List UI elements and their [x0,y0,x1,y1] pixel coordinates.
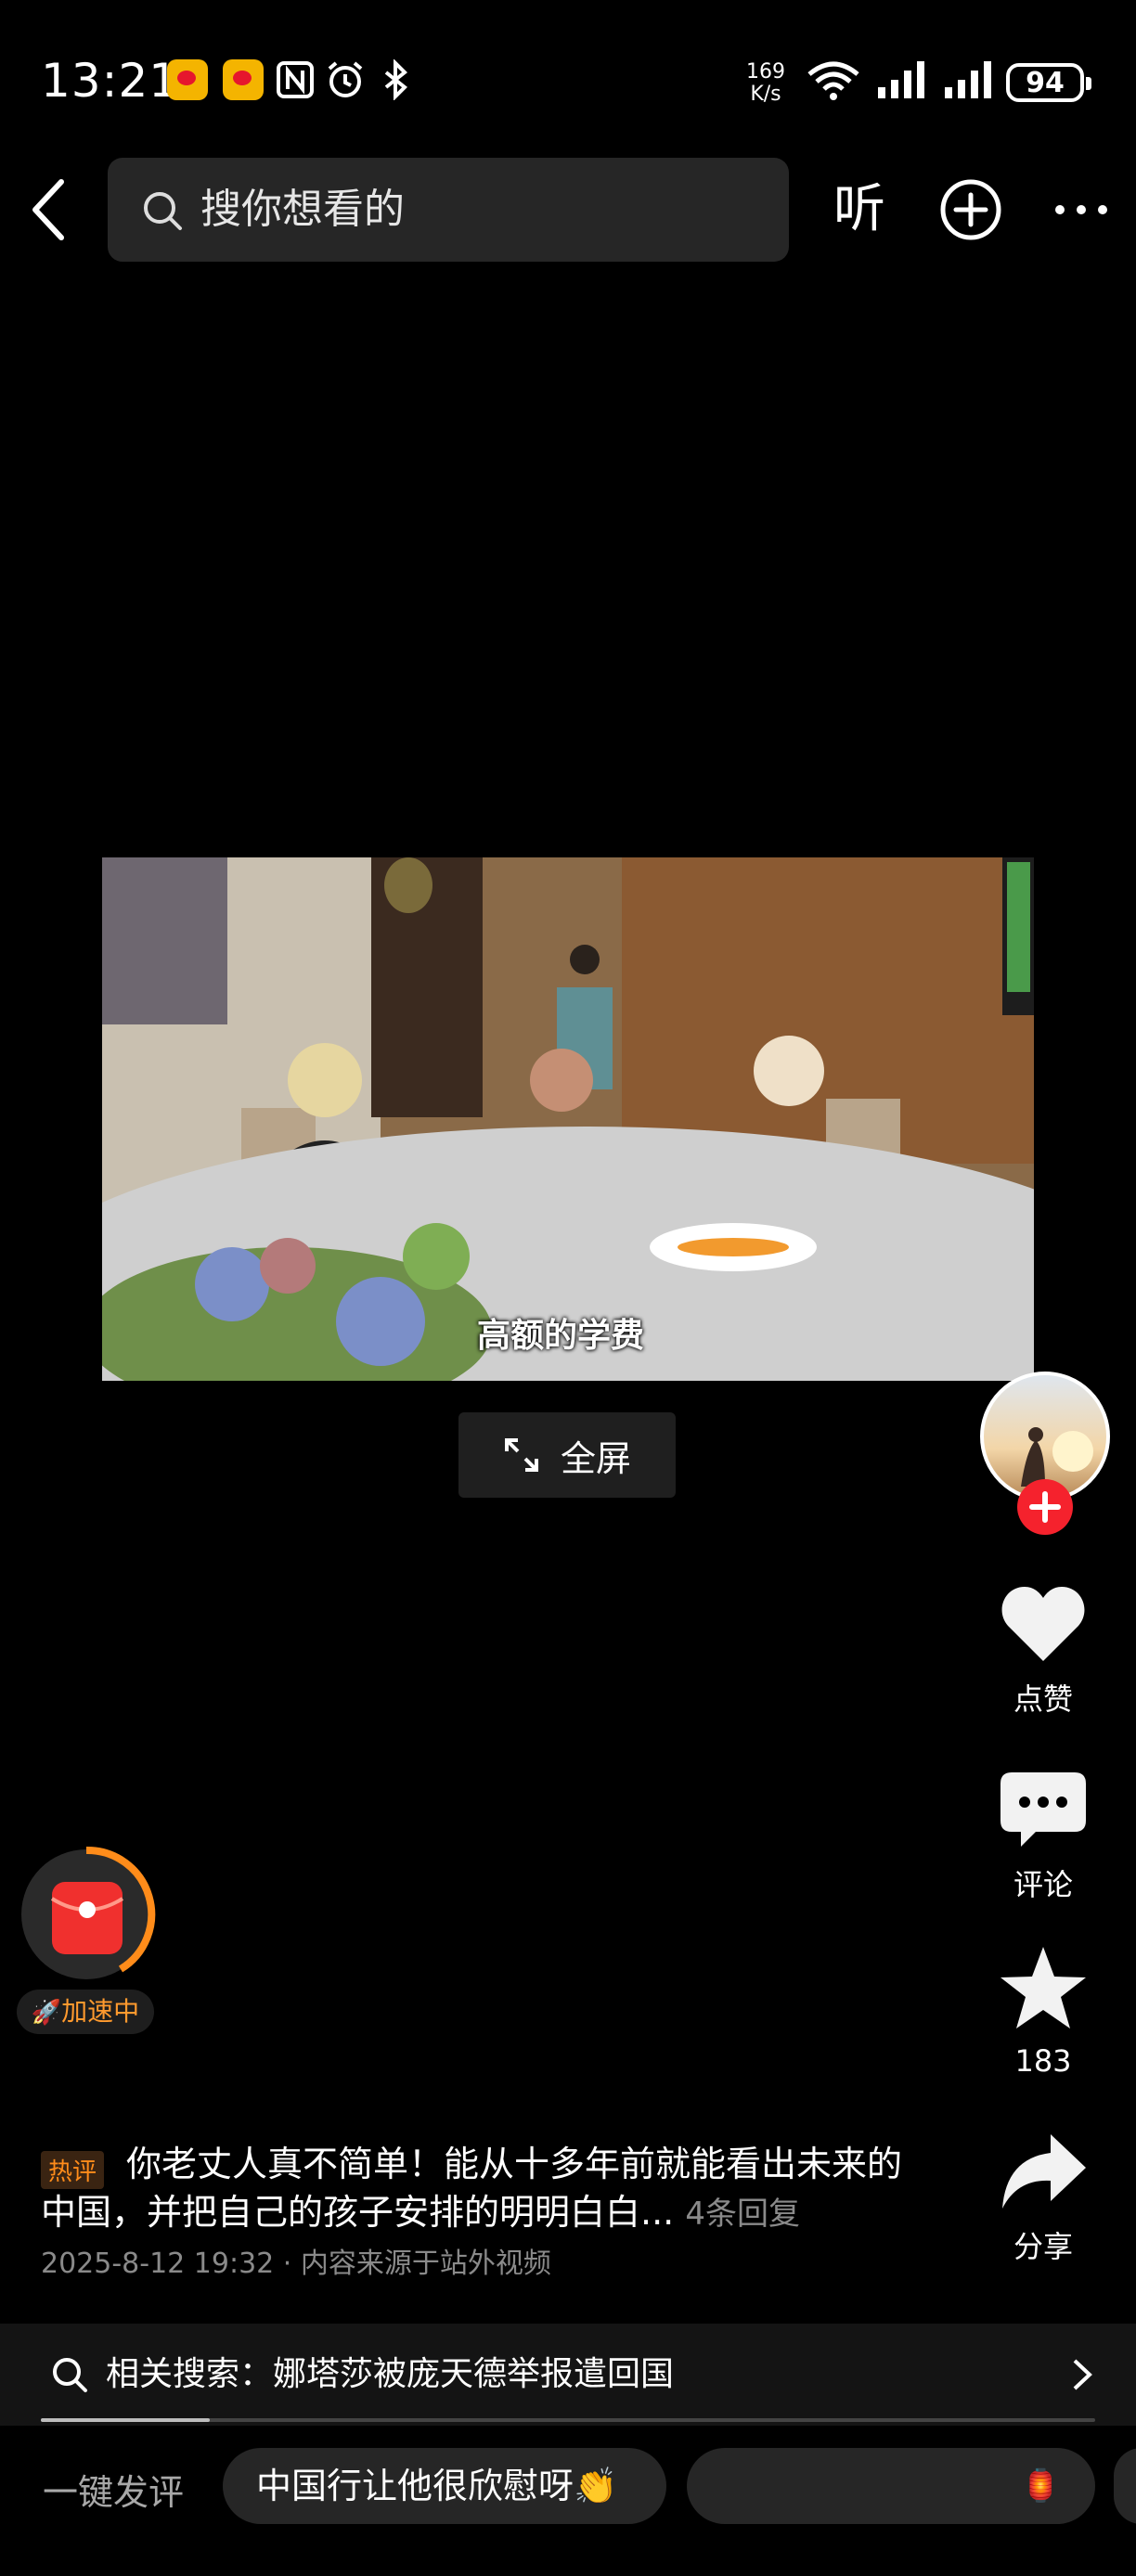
follow-plus-icon[interactable] [1015,1477,1075,1537]
reply-count[interactable]: 4条回复 [685,2196,800,2233]
search-input[interactable]: 搜你想看的 [108,158,789,262]
nfc-icon [277,61,314,98]
bluetooth-icon [384,59,407,100]
speed-label: 加速中 [61,1996,140,2027]
hot-comment[interactable]: 你老丈人真不简单！能从十多年前就能看出未来的中国，并把自己的孩子安排的明明白白.… [41,2140,932,2238]
star-icon [1000,1947,1086,2029]
wifi-icon [807,61,859,100]
favorite-button[interactable]: 183 [999,1943,1088,2079]
related-search-query: 娜塔莎被庞天德举报遣回国 [273,2355,675,2393]
alarm-icon [328,61,363,97]
search-icon [53,2358,87,2392]
share-arrow-icon [1002,2134,1086,2209]
share-label: 分享 [1013,2229,1073,2264]
back-arrow-icon[interactable] [19,173,80,247]
related-search-label: 相关搜索： [106,2355,274,2393]
battery-icon: 94 [1006,63,1091,102]
quick-comment-chip[interactable]: 中国行让他很欣慰呀👏 [223,2448,666,2524]
signal-icon [878,61,924,98]
lantern-icon: 🏮 [1021,2467,1061,2505]
video-frame-image [102,857,1034,1381]
like-button[interactable]: 点赞 [999,1583,1088,1719]
search-icon [144,192,182,230]
hot-comment-tag: 热评 [41,2151,105,2189]
chevron-right-icon [1073,2359,1092,2390]
content-source: 内容来源于站外视频 [300,2248,551,2280]
meta-separator: · [282,2248,292,2280]
net-speed-unit: K/s [750,83,781,106]
net-speed-value: 169 [746,60,785,84]
post-meta: 2025-8-12 19:32 · 内容来源于站外视频 [41,2240,551,2281]
video-subtitle: 高额的学费 [477,1317,645,1355]
expand-icon [504,1438,538,1472]
rocket-icon: 🚀 [31,1999,62,2027]
search-placeholder: 搜你想看的 [200,186,405,233]
quick-comment-label: 一键发评 [43,2472,185,2513]
comment-label: 评论 [1013,1867,1073,1902]
red-packet-widget[interactable] [17,1845,156,1984]
comment-bubble-icon [1000,1772,1086,1847]
fullscreen-button[interactable]: 全屏 [458,1412,676,1498]
video-player[interactable]: 高额的学费 [102,857,1034,1381]
speed-up-badge: 🚀加速中 [17,1990,154,2034]
share-button[interactable]: 分享 [999,2131,1088,2266]
related-search-bar[interactable]: 相关搜索：娜塔莎被庞天德举报遣回国 [0,2324,1136,2426]
weibo-app-icon [167,59,208,100]
heart-icon [1001,1587,1085,1661]
quick-comment-chip-blurred[interactable]: 🏮 [687,2448,1095,2524]
like-label: 点赞 [1013,1681,1073,1717]
related-search-text: 相关搜索：娜塔莎被庞天德举报遣回国 [106,2324,674,2426]
status-time: 13:21 [41,54,180,108]
playback-progress[interactable] [41,2418,1095,2422]
post-date: 2025-8-12 19:32 [41,2248,275,2280]
progress-fill [41,2418,210,2422]
listen-button[interactable]: 听 [833,173,885,247]
comment-button[interactable]: 评论 [999,1771,1088,1904]
favorite-count: 183 [1014,2043,1072,2079]
fullscreen-label: 全屏 [560,1437,631,1479]
signal-icon [945,61,991,98]
quick-comment-chip-more[interactable] [1114,2448,1136,2524]
network-speed: 169 K/s [746,61,785,106]
add-circle-icon[interactable] [937,176,1004,243]
battery-level: 94 [1026,66,1065,99]
more-dots-icon[interactable] [1049,176,1114,243]
weibo-app-icon [223,59,264,100]
